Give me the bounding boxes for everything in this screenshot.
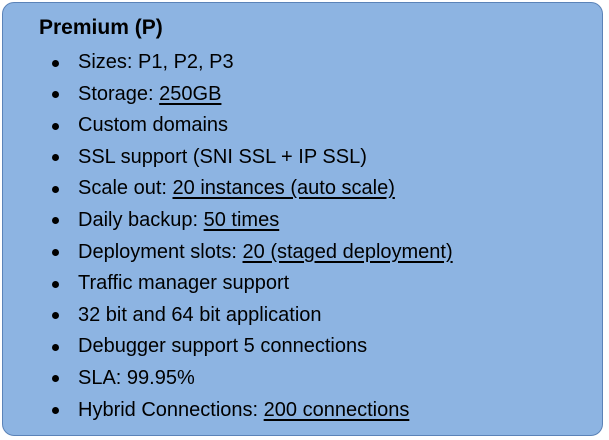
feature-text: Traffic manager support [78, 272, 290, 295]
feature-text: Scale out: [78, 177, 173, 200]
premium-tier-card: Premium (P) Sizes: P1, P2, P3 Storage: 2… [2, 2, 603, 436]
bullet-icon [52, 217, 59, 225]
feature-text: Storage: [78, 82, 160, 105]
feature-value: 20 instances (auto scale) [172, 177, 395, 200]
bullet-icon [52, 91, 59, 99]
feature-text: SSL support (SNI SSL + IP SSL) [78, 145, 367, 168]
feature-text: 32 bit and 64 bit application [78, 303, 322, 326]
feature-value: 50 times [203, 208, 280, 231]
bullet-icon [52, 154, 59, 162]
bullet-icon [52, 407, 59, 415]
feature-text: Daily backup: [78, 208, 204, 231]
feature-value: 20 (staged deployment) [242, 240, 453, 263]
feature-text: Custom domains [78, 114, 229, 137]
feature-value: 200 connections [263, 398, 410, 421]
feature-item-debugger: Debugger support 5 connections [52, 331, 453, 363]
bullet-icon [52, 343, 59, 351]
feature-item-sizes: Sizes: P1, P2, P3 [52, 47, 453, 79]
feature-text: Deployment slots: [78, 240, 243, 263]
feature-text: Sizes: P1, P2, P3 [78, 51, 234, 73]
feature-item-sla: SLA: 99.95% [52, 363, 453, 395]
feature-value: 250GB [159, 82, 222, 105]
feature-item-bitness: 32 bit and 64 bit application [52, 300, 453, 332]
bullet-icon [52, 185, 59, 193]
feature-text: SLA: 99.95% [78, 366, 195, 389]
bullet-icon [52, 312, 59, 320]
feature-item-traffic-manager: Traffic manager support [52, 268, 453, 300]
feature-item-ssl: SSL support (SNI SSL + IP SSL) [52, 142, 453, 174]
feature-item-daily-backup: Daily backup: 50 times [52, 205, 453, 237]
bullet-icon [52, 59, 59, 67]
feature-text: Debugger support 5 connections [78, 335, 368, 358]
feature-item-storage: Storage: 250GB [52, 79, 453, 111]
feature-list: Sizes: P1, P2, P3 Storage: 250GB Custom … [52, 47, 453, 426]
bullet-icon [52, 280, 59, 288]
feature-item-hybrid-connections: Hybrid Connections: 200 connections [52, 395, 453, 427]
bullet-icon [52, 249, 59, 257]
feature-text: Hybrid Connections: [78, 398, 264, 421]
feature-item-custom-domains: Custom domains [52, 110, 453, 142]
feature-item-deployment-slots: Deployment slots: 20 (staged deployment) [52, 237, 453, 269]
bullet-icon [52, 122, 59, 130]
feature-item-scale-out: Scale out: 20 instances (auto scale) [52, 173, 453, 205]
bullet-icon [52, 375, 59, 383]
card-title: Premium (P) [39, 16, 163, 39]
